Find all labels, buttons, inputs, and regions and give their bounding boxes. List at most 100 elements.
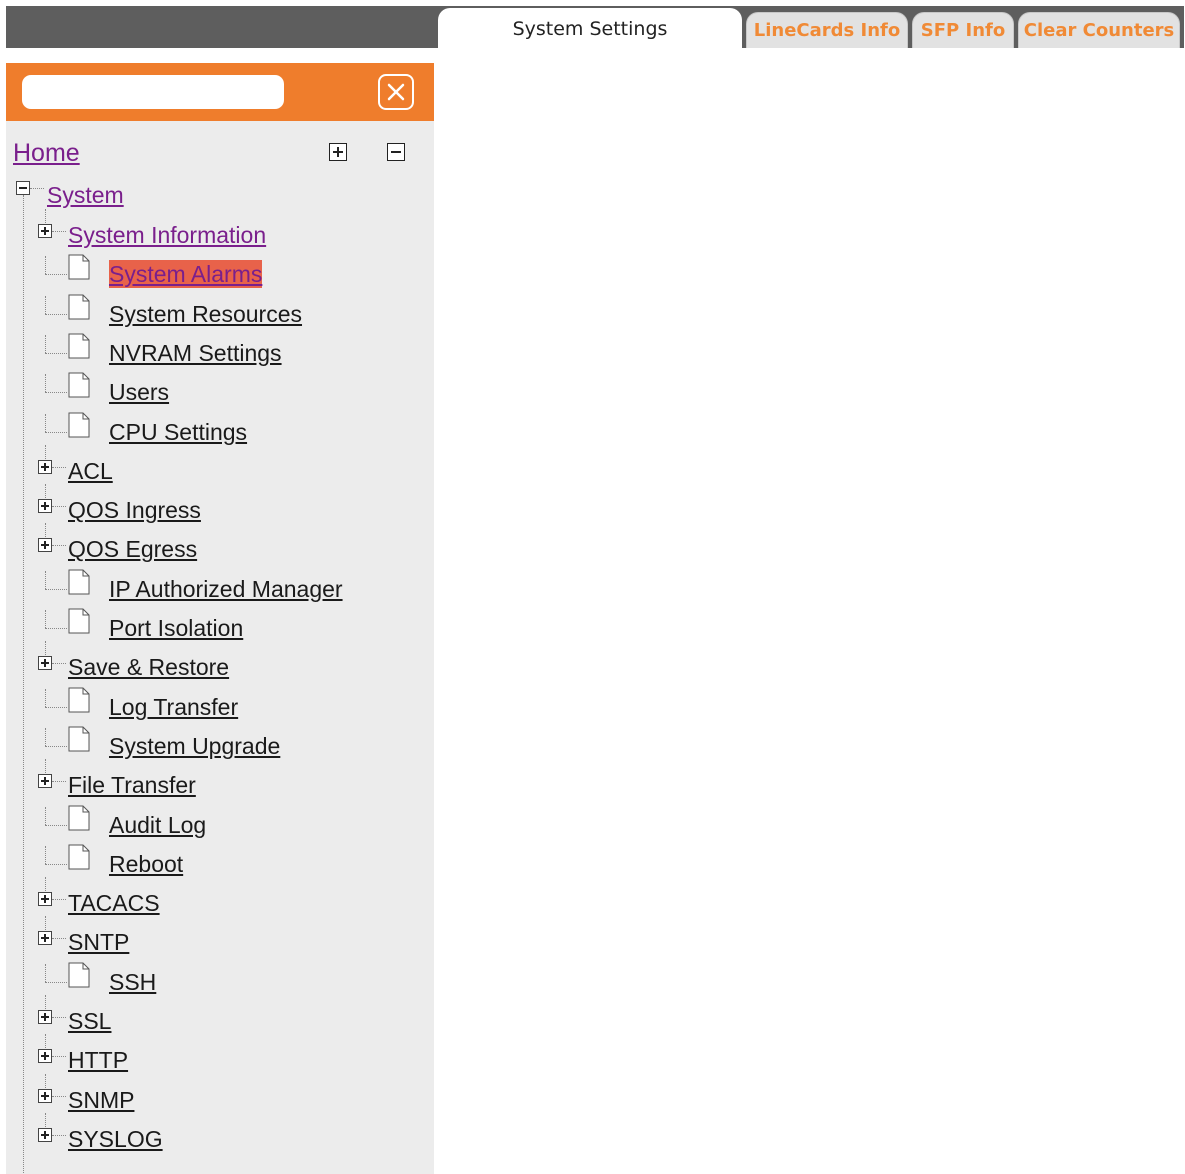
qos-egress-expand-toggle[interactable] (38, 538, 52, 552)
tree-item-http[interactable]: HTTP (68, 1046, 128, 1074)
tree-item-ssh[interactable]: SSH (109, 968, 156, 996)
tree-guide-line (30, 188, 44, 189)
tree-guide-line (45, 314, 67, 315)
tree-guide-line (45, 392, 67, 393)
http-expand-toggle[interactable] (38, 1049, 52, 1063)
snmp-expand-toggle[interactable] (38, 1089, 52, 1103)
qos-ingress-expand-toggle[interactable] (38, 499, 52, 513)
tree-guide-line (52, 545, 66, 546)
document-icon (68, 254, 90, 280)
tree-guide-line (45, 746, 67, 747)
tree-guide-line (45, 445, 46, 459)
tree-guide-line (45, 571, 46, 589)
tree-item-system-alarms[interactable]: System Alarms (109, 260, 263, 288)
tree-item-ip-authorized-manager[interactable]: IP Authorized Manager (109, 575, 343, 603)
tree-item-file-transfer[interactable]: File Transfer (68, 771, 196, 799)
tree-item-system-upgrade[interactable]: System Upgrade (109, 732, 280, 760)
tree-guide-line (52, 506, 66, 507)
document-icon (68, 294, 90, 320)
close-button[interactable] (378, 74, 414, 110)
tree-item-sntp[interactable]: SNTP (68, 928, 129, 956)
tree-guide-line (52, 1135, 66, 1136)
close-icon (387, 83, 405, 101)
tree-item-system-resources[interactable]: System Resources (109, 300, 302, 328)
tree-guide-line (45, 414, 46, 432)
tree-item-system-information[interactable]: System Information (68, 221, 266, 249)
tree-item-audit-log[interactable]: Audit Log (109, 811, 206, 839)
tree-guide-line (45, 374, 46, 392)
tree-item-qos-ingress[interactable]: QOS Ingress (68, 496, 201, 524)
tree-guide-line (52, 663, 66, 664)
tree-guide-line (45, 759, 46, 773)
tree-guide-line (45, 610, 46, 628)
tree-guide-line (45, 846, 46, 864)
tree-guide-line (45, 707, 67, 708)
search-input[interactable] (22, 75, 284, 109)
tree-guide-line (45, 995, 46, 1009)
tree-item-tacacs[interactable]: TACACS (68, 889, 160, 917)
tree-guide-line (52, 231, 66, 232)
tree-guide-line (45, 1074, 46, 1088)
expand-all-icon (329, 143, 347, 161)
tree-guide-line (45, 641, 46, 655)
system-information-expand-toggle[interactable] (38, 224, 52, 238)
tree-guide-line (52, 1056, 66, 1057)
tree-item-qos-egress[interactable]: QOS Egress (68, 535, 197, 563)
tree-item-snmp[interactable]: SNMP (68, 1086, 134, 1114)
document-icon (68, 726, 90, 752)
tree-item-acl[interactable]: ACL (68, 457, 113, 485)
tree-guide-line (52, 1017, 66, 1018)
tree-guide-line (45, 825, 67, 826)
document-icon (68, 412, 90, 438)
tree-guide-line (45, 864, 67, 865)
tree-item-cpu-settings[interactable]: CPU Settings (109, 418, 247, 446)
tree-guide-line (52, 899, 66, 900)
tree-guide-line (45, 256, 46, 274)
sidebar-search-bar (6, 63, 434, 121)
document-icon (68, 608, 90, 634)
tree-guide-line (45, 877, 46, 891)
tab-clear-counters[interactable]: Clear Counters (1018, 12, 1180, 48)
tree-guide-line (45, 335, 46, 353)
tree-item-users[interactable]: Users (109, 378, 169, 406)
tree-guide-line (45, 916, 46, 930)
document-icon (68, 962, 90, 988)
tree-guide-line (45, 964, 46, 982)
collapse-all-button[interactable] (387, 143, 405, 161)
ssl-expand-toggle[interactable] (38, 1010, 52, 1024)
document-icon (68, 687, 90, 713)
tree-guide-line (52, 938, 66, 939)
tree-item-nvram-settings[interactable]: NVRAM Settings (109, 339, 282, 367)
tacacs-expand-toggle[interactable] (38, 892, 52, 906)
acl-expand-toggle[interactable] (38, 460, 52, 474)
collapse-all-icon (387, 143, 405, 161)
tree-guide-line (45, 1113, 46, 1127)
system-collapse-toggle[interactable] (16, 181, 30, 195)
tree-guide-line (23, 195, 24, 1174)
tree-guide-line (52, 467, 66, 468)
document-icon (68, 844, 90, 870)
tree-guide-line (45, 523, 46, 537)
file-transfer-expand-toggle[interactable] (38, 774, 52, 788)
tree-root-system[interactable]: System (47, 181, 124, 209)
save-restore-expand-toggle[interactable] (38, 656, 52, 670)
tree-guide-line (45, 689, 46, 707)
home-link[interactable]: Home (13, 139, 80, 168)
sntp-expand-toggle[interactable] (38, 931, 52, 945)
tree-guide-line (45, 484, 46, 498)
tree-item-log-transfer[interactable]: Log Transfer (109, 693, 238, 721)
tree-item-syslog[interactable]: SYSLOG (68, 1125, 163, 1153)
tree-guide-line (45, 432, 67, 433)
tree-guide-line (45, 274, 67, 275)
expand-all-button[interactable] (329, 143, 347, 161)
tab-linecards-info[interactable]: LineCards Info (746, 12, 908, 48)
tree-item-port-isolation[interactable]: Port Isolation (109, 614, 243, 642)
tree-item-ssl[interactable]: SSL (68, 1007, 111, 1035)
syslog-expand-toggle[interactable] (38, 1128, 52, 1142)
tree-guide-line (45, 209, 46, 223)
tree-item-reboot[interactable]: Reboot (109, 850, 183, 878)
tab-system-settings[interactable]: System Settings (438, 8, 742, 50)
tree-item-save-restore[interactable]: Save & Restore (68, 653, 229, 681)
tree-guide-line (45, 628, 67, 629)
tab-sfp-info[interactable]: SFP Info (912, 12, 1014, 48)
